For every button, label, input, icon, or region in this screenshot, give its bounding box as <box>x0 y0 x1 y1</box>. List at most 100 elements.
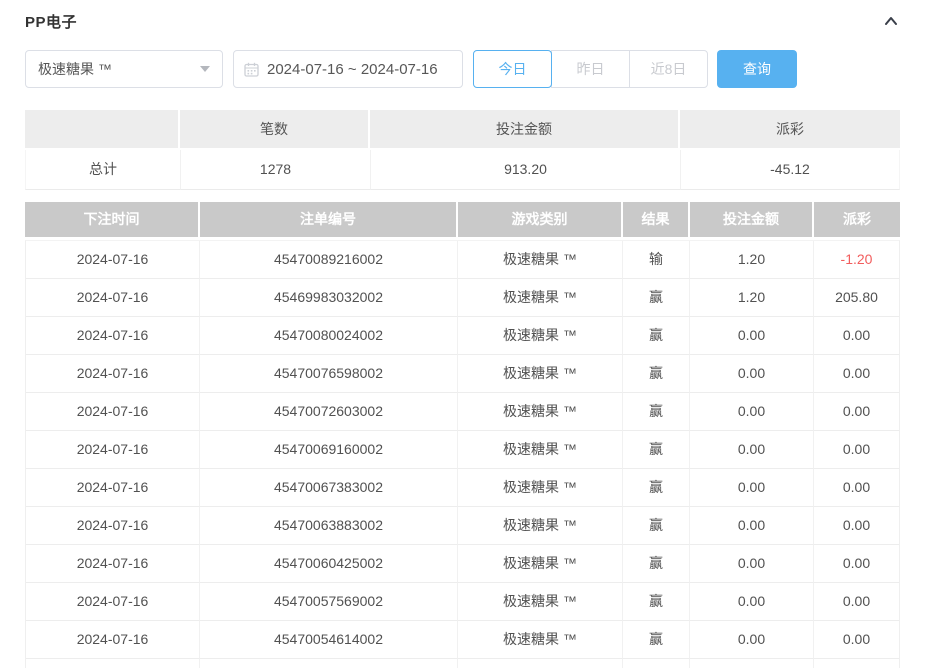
table-cell: 极速糖果 ™ <box>458 241 623 279</box>
table-cell: 2024-07-16 <box>26 317 200 355</box>
table-cell: 2024-07-16 <box>26 507 200 545</box>
quick-filter-yesterday[interactable]: 昨日 <box>551 50 630 88</box>
table-row: 2024-07-1645469983032002极速糖果 ™赢1.20205.8… <box>26 279 899 317</box>
table-cell: 2024-07-16 <box>26 545 200 583</box>
page-title: PP电子 <box>25 11 77 32</box>
date-range-picker[interactable]: 2024-07-16 ~ 2024-07-16 <box>233 50 463 88</box>
table-cell: 0.00 <box>690 355 814 393</box>
quick-filter-last8days[interactable]: 近8日 <box>629 50 708 88</box>
summary-header-cell: 笔数 <box>180 110 370 150</box>
table-cell <box>458 659 623 668</box>
table-cell: 0.00 <box>814 507 899 545</box>
calendar-icon <box>244 62 259 77</box>
table-cell: 0.00 <box>690 583 814 621</box>
table-cell: 0.00 <box>690 431 814 469</box>
chevron-up-icon[interactable] <box>880 10 902 32</box>
summary-header-cell: 投注金额 <box>370 110 680 150</box>
table-cell <box>623 659 690 668</box>
table-row: 2024-07-1645470089216002极速糖果 ™输1.20-1.20 <box>26 241 899 279</box>
table-cell: 极速糖果 ™ <box>458 469 623 507</box>
table-header-cell: 注单编号 <box>200 202 458 240</box>
table-cell <box>26 659 200 668</box>
table-cell: 极速糖果 ™ <box>458 507 623 545</box>
summary-bet-amount-value: 913.20 <box>370 150 680 190</box>
table-row: 2024-07-1645470072603002极速糖果 ™赢0.000.00 <box>26 393 899 431</box>
table-cell: 赢 <box>623 621 690 659</box>
summary-table: 笔数 投注金额 派彩 总计 1278 913.20 -45.12 <box>25 110 900 190</box>
quick-filter-today[interactable]: 今日 <box>473 50 552 88</box>
table-header-cell: 投注金额 <box>690 202 814 240</box>
table-cell: 45470076598002 <box>200 355 458 393</box>
table-cell: 赢 <box>623 393 690 431</box>
search-button[interactable]: 查询 <box>717 50 797 88</box>
table-cell: 45470054614002 <box>200 621 458 659</box>
chevron-down-icon <box>200 66 210 72</box>
table-row: 2024-07-1645470063883002极速糖果 ™赢0.000.00 <box>26 507 899 545</box>
table-cell: 205.80 <box>814 279 899 317</box>
table-cell: 0.00 <box>814 621 899 659</box>
table-cell: 0.00 <box>814 355 899 393</box>
table-cell: 2024-07-16 <box>26 241 200 279</box>
table-cell: 赢 <box>623 431 690 469</box>
summary-payout-value: -45.12 <box>680 150 900 190</box>
table-body: 2024-07-1645470089216002极速糖果 ™输1.20-1.20… <box>25 240 900 668</box>
table-cell: 2024-07-16 <box>26 583 200 621</box>
table-cell: 45470080024002 <box>200 317 458 355</box>
table-cell: 2024-07-16 <box>26 355 200 393</box>
table-row: 2024-07-1645470054614002极速糖果 ™赢0.000.00 <box>26 621 899 659</box>
table-cell <box>200 659 458 668</box>
table-cell: 输 <box>623 241 690 279</box>
summary-header-cell: 派彩 <box>680 110 900 150</box>
table-cell: 赢 <box>623 545 690 583</box>
filter-bar: 极速糖果 ™ 2024-07-16 ~ 2024-07-16 <box>25 50 797 88</box>
table-cell: 1.20 <box>690 241 814 279</box>
table-cell <box>690 659 814 668</box>
summary-header-cell <box>25 110 180 150</box>
table-cell: 赢 <box>623 469 690 507</box>
table-cell: 0.00 <box>814 317 899 355</box>
table-cell: 极速糖果 ™ <box>458 545 623 583</box>
quick-filter-group: 今日 昨日 近8日 <box>473 50 708 88</box>
table-cell: 1.20 <box>690 279 814 317</box>
table-row: 2024-07-1645470060425002极速糖果 ™赢0.000.00 <box>26 545 899 583</box>
table-cell: 极速糖果 ™ <box>458 431 623 469</box>
table-cell: 45470057569002 <box>200 583 458 621</box>
table-cell: 45470067383002 <box>200 469 458 507</box>
game-select[interactable]: 极速糖果 ™ <box>25 50 223 88</box>
bet-records-table: 下注时间 注单编号 游戏类别 结果 投注金额 派彩 2024-07-164547… <box>25 202 900 668</box>
table-cell: 0.00 <box>814 545 899 583</box>
table-cell: 0.00 <box>814 431 899 469</box>
table-cell: 0.00 <box>690 621 814 659</box>
table-header-cell: 下注时间 <box>25 202 200 240</box>
table-cell: 极速糖果 ™ <box>458 317 623 355</box>
summary-count-value: 1278 <box>180 150 370 190</box>
table-cell: 极速糖果 ™ <box>458 583 623 621</box>
table-cell: 0.00 <box>690 507 814 545</box>
table-cell: 2024-07-16 <box>26 431 200 469</box>
summary-total-row: 总计 1278 913.20 -45.12 <box>25 150 900 190</box>
table-cell: -1.20 <box>814 241 899 279</box>
table-cell: 0.00 <box>814 583 899 621</box>
table-header-row: 下注时间 注单编号 游戏类别 结果 投注金额 派彩 <box>25 202 900 240</box>
table-row: 2024-07-1645470069160002极速糖果 ™赢0.000.00 <box>26 431 899 469</box>
table-cell: 0.00 <box>690 317 814 355</box>
table-cell: 45470060425002 <box>200 545 458 583</box>
table-cell: 赢 <box>623 279 690 317</box>
date-range-value: 2024-07-16 ~ 2024-07-16 <box>267 61 438 78</box>
table-cell: 赢 <box>623 317 690 355</box>
table-cell: 赢 <box>623 583 690 621</box>
table-cell: 0.00 <box>814 393 899 431</box>
table-cell: 极速糖果 ™ <box>458 621 623 659</box>
table-cell: 2024-07-16 <box>26 393 200 431</box>
table-row: 2024-07-1645470076598002极速糖果 ™赢0.000.00 <box>26 355 899 393</box>
table-cell: 45470063883002 <box>200 507 458 545</box>
table-cell: 赢 <box>623 507 690 545</box>
table-row: 2024-07-1645470057569002极速糖果 ™赢0.000.00 <box>26 583 899 621</box>
table-header-cell: 游戏类别 <box>458 202 623 240</box>
pp-electronic-panel: PP电子 极速糖果 ™ <box>0 0 925 668</box>
table-cell: 2024-07-16 <box>26 469 200 507</box>
table-cell: 0.00 <box>690 545 814 583</box>
table-header-cell: 结果 <box>623 202 690 240</box>
table-cell: 0.00 <box>814 469 899 507</box>
table-cell: 45470069160002 <box>200 431 458 469</box>
